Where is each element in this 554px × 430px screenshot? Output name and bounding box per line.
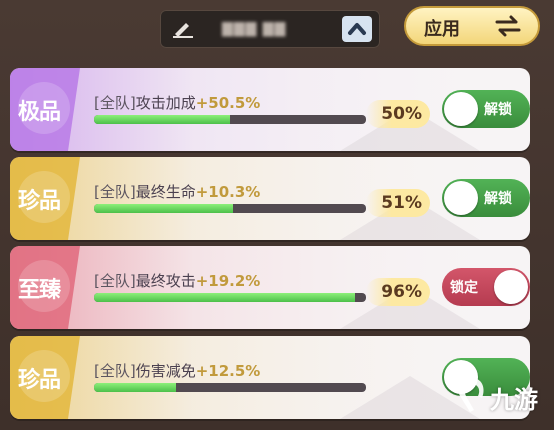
buff-card: 至臻 [全队]最终攻击+19.2% 96% 锁定 [10, 246, 530, 329]
toggle-label: 解锁 [484, 191, 512, 207]
toggle-knob [494, 270, 528, 304]
progress-percent: 96% [366, 278, 430, 306]
progress-bar [94, 115, 366, 124]
stat-value: +19.2% [195, 272, 261, 290]
stat-value: +50.5% [195, 94, 261, 112]
stat-value: +10.3% [195, 183, 261, 201]
rarity-label: 至臻 [18, 278, 61, 303]
stat-name: 最终攻击 [135, 272, 196, 290]
toggle-label: 解锁 [484, 102, 512, 118]
progress-percent: 50% [366, 100, 430, 128]
progress-fill [94, 204, 233, 213]
rarity-label: 珍品 [18, 189, 61, 214]
scope-label: [全队] [94, 94, 136, 112]
watermark-icon [458, 378, 484, 412]
preset-name-text: ▇▇▇ ▇▇ [222, 21, 287, 37]
chevron-up-icon [348, 23, 366, 35]
percent-label: 96% [381, 282, 422, 302]
scope-label: [全队] [94, 183, 136, 201]
buff-card: 珍品 [全队]最终生命+10.3% 51% 解锁 [10, 157, 530, 240]
toggle-knob [444, 181, 478, 215]
pencil-icon[interactable] [172, 20, 194, 38]
progress-fill [94, 383, 176, 392]
scope-label: [全队] [94, 362, 136, 380]
stat-description: [全队]攻击加成+50.5% [94, 92, 260, 113]
preset-name-field[interactable]: ▇▇▇ ▇▇ [160, 10, 380, 48]
progress-percent: 51% [366, 189, 430, 217]
progress-bar [94, 204, 366, 213]
stat-name: 伤害减免 [135, 362, 196, 380]
collapse-button[interactable] [342, 16, 372, 42]
percent-label: 51% [381, 193, 422, 213]
apply-label: 应用 [424, 19, 460, 40]
stat-description: [全队]最终攻击+19.2% [94, 270, 260, 291]
watermark-text: 九游 [490, 386, 538, 414]
stat-description: [全队]最终生命+10.3% [94, 181, 260, 202]
scope-label: [全队] [94, 272, 136, 290]
progress-bar [94, 383, 366, 392]
top-bar: ▇▇▇ ▇▇ 应用 [0, 0, 554, 58]
progress-bar [94, 293, 366, 302]
stat-name: 攻击加成 [135, 94, 196, 112]
swap-arrows-icon [495, 15, 521, 37]
buff-card: 极品 [全队]攻击加成+50.5% 50% 解锁 [10, 68, 530, 151]
stat-description: [全队]伤害减免+12.5% [94, 360, 260, 381]
apply-button[interactable]: 应用 [404, 6, 540, 46]
lock-toggle[interactable]: 解锁 [442, 90, 530, 128]
progress-fill [94, 115, 230, 124]
lock-toggle[interactable]: 锁定 [442, 268, 530, 306]
rarity-label: 极品 [18, 100, 61, 125]
percent-label: 50% [381, 104, 422, 124]
toggle-label: 锁定 [450, 280, 478, 296]
stat-name: 最终生命 [135, 183, 196, 201]
lock-toggle[interactable]: 解锁 [442, 179, 530, 217]
watermark-logo: 九游 [450, 372, 550, 424]
progress-fill [94, 293, 356, 302]
rarity-label: 珍品 [18, 368, 61, 393]
stat-value: +12.5% [195, 362, 261, 380]
toggle-knob [444, 92, 478, 126]
